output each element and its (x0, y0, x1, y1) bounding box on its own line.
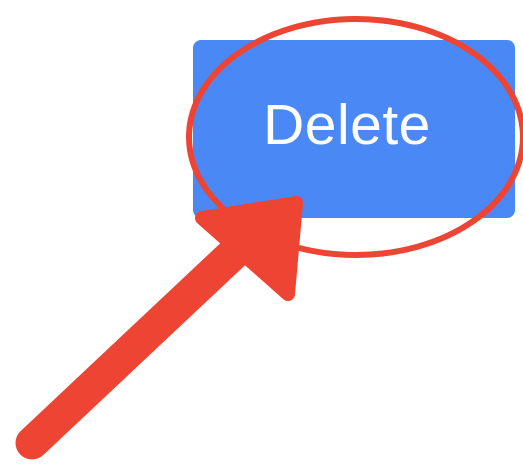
arrow-shaft-icon (15, 236, 251, 460)
delete-button-label: Delete (263, 93, 431, 157)
screenshot-stage: Delete (0, 0, 523, 464)
delete-button[interactable]: Delete (193, 40, 515, 218)
